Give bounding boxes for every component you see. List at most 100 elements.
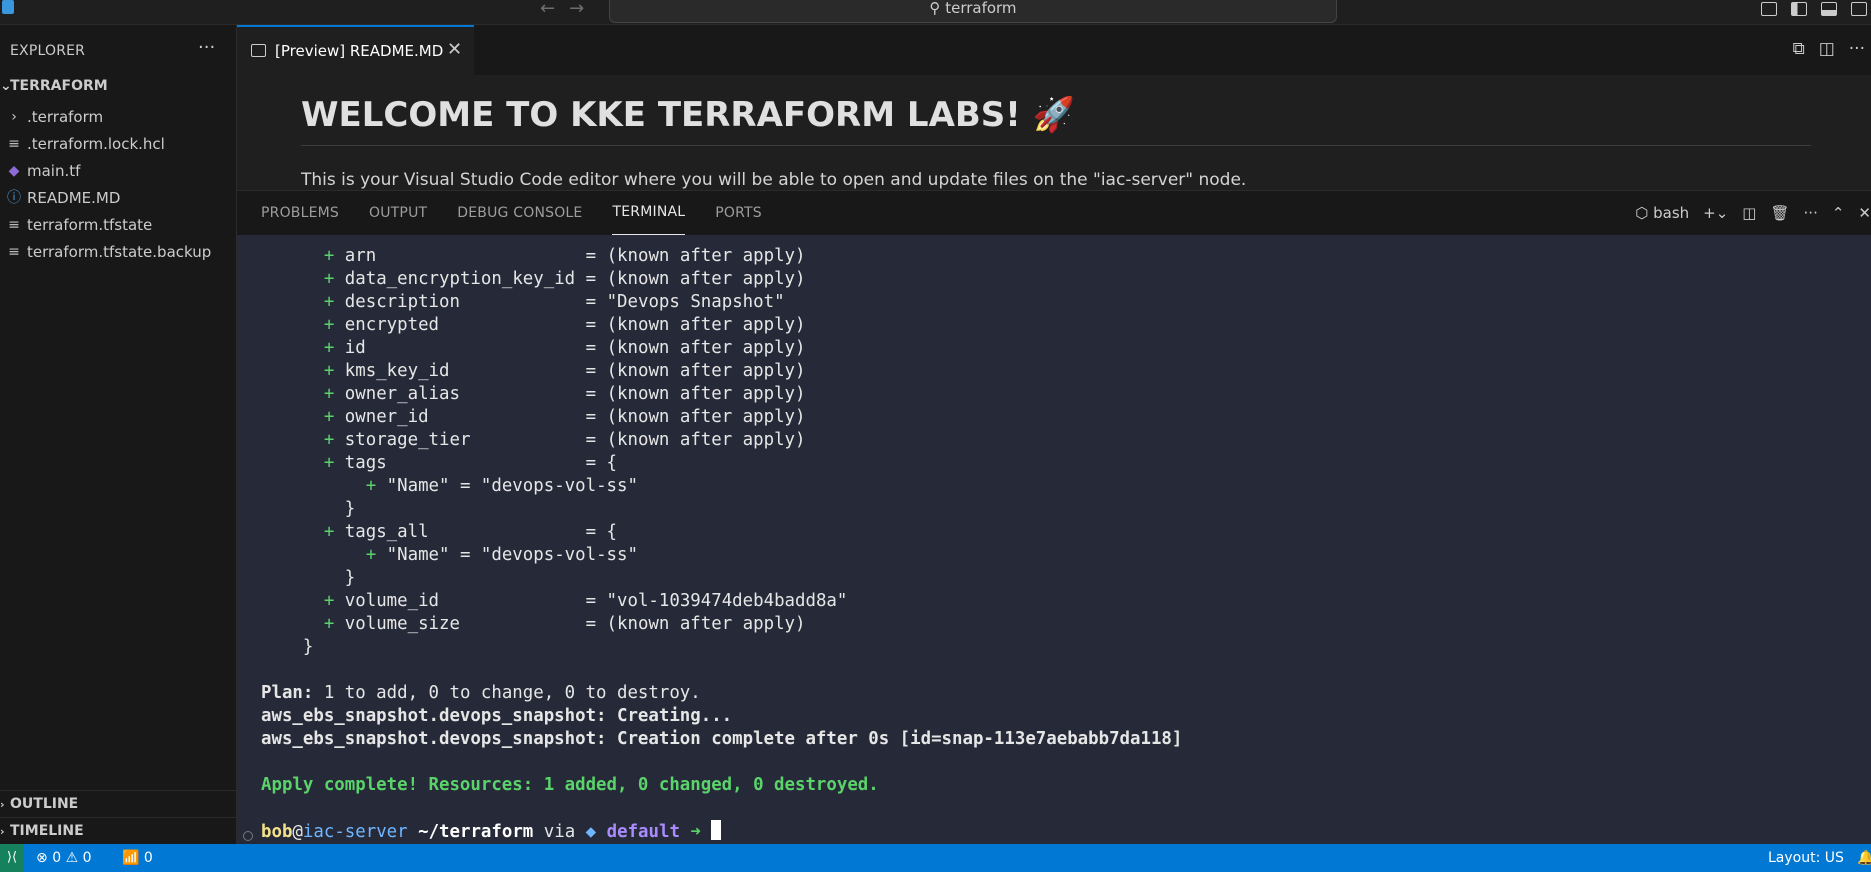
timeline-label: TIMELINE: [10, 823, 84, 839]
chevron-right-icon: ›: [0, 825, 5, 838]
explorer-title: EXPLORER: [10, 43, 86, 59]
vscode-logo-icon: [2, 0, 14, 14]
editor-actions: ⧉ ◫ ···: [1793, 39, 1865, 59]
ports-status[interactable]: 📶 0: [122, 844, 153, 872]
tree-item-label: terraform.tfstate: [27, 216, 153, 234]
lines-icon: ≡: [8, 244, 20, 260]
warning-icon: ⚠: [65, 850, 79, 866]
chevron-right-icon: ›: [0, 798, 5, 811]
workspace-root[interactable]: ⌄TERRAFORM: [0, 78, 108, 94]
terminal-cursor: [711, 820, 722, 840]
terminal-line: + tags = {: [323, 453, 618, 473]
terminal-line: + description = "Devops Snapshot": [323, 292, 785, 312]
preview-paragraph: This is your Visual Studio Code editor w…: [301, 170, 1247, 190]
lines-icon: ≡: [8, 217, 20, 233]
chevron-up-icon[interactable]: ⌃: [1832, 204, 1845, 222]
toggle-panel-icon[interactable]: [1821, 2, 1837, 16]
timeline-section[interactable]: › TIMELINE: [0, 817, 236, 844]
tree-item-tfstate[interactable]: ≡ terraform.tfstate: [0, 212, 236, 239]
new-terminal-icon[interactable]: +⌄: [1703, 204, 1728, 222]
more-actions-icon[interactable]: ···: [1804, 204, 1818, 222]
bell-icon[interactable]: 🔔: [1857, 844, 1871, 872]
terminal-line: + volume_size = (known after apply): [323, 614, 806, 634]
broadcast-icon: 📶: [122, 850, 140, 866]
tab-output[interactable]: OUTPUT: [369, 191, 427, 235]
terminal-line: Apply complete! Resources: 1 added, 0 ch…: [261, 775, 879, 795]
remote-indicator-icon[interactable]: ⟩⟨: [0, 844, 24, 872]
chevron-right-icon: ›: [11, 109, 17, 125]
panel-tabs: PROBLEMS OUTPUT DEBUG CONSOLE TERMINAL P…: [261, 191, 762, 235]
tree-item-tfstate-backup[interactable]: ≡ terraform.tfstate.backup: [0, 239, 236, 266]
editor-area: [Preview] README.MD ✕ ⧉ ◫ ··· WELCOME TO…: [237, 25, 1871, 190]
layout-controls: [1761, 2, 1867, 16]
tree-item-label: .terraform: [27, 108, 104, 126]
editor-tab-bar: [Preview] README.MD ✕ ⧉ ◫ ···: [237, 25, 1871, 76]
outline-section[interactable]: › OUTLINE: [0, 790, 236, 817]
terminal-line: aws_ebs_snapshot.devops_snapshot: Creati…: [261, 729, 1183, 749]
terminal-line: + "Name" = "devops-vol-ss": [365, 545, 638, 565]
bottom-panel: PROBLEMS OUTPUT DEBUG CONSOLE TERMINAL P…: [237, 190, 1871, 845]
preview-icon: [251, 44, 266, 57]
toggle-primary-sidebar-icon[interactable]: [1791, 2, 1807, 16]
terminal-line: + storage_tier = (known after apply): [323, 430, 806, 450]
terminal-line: + "Name" = "devops-vol-ss": [365, 476, 638, 496]
tab-readme-preview[interactable]: [Preview] README.MD ✕: [237, 25, 474, 75]
terminal-line: + kms_key_id = (known after apply): [323, 361, 806, 381]
more-actions-icon[interactable]: ···: [198, 37, 215, 58]
terminal-line: }: [261, 499, 356, 519]
terminal-prompt: bob@iac-server ~/terraform via ◆ default…: [261, 820, 722, 842]
tab-problems[interactable]: PROBLEMS: [261, 191, 339, 235]
more-actions-icon[interactable]: ···: [1849, 39, 1865, 59]
workspace-root-label: TERRAFORM: [10, 78, 108, 94]
tab-terminal[interactable]: TERMINAL: [612, 191, 686, 235]
outline-label: OUTLINE: [10, 796, 79, 812]
customize-layout-icon[interactable]: [1761, 2, 1777, 16]
terminal-line: aws_ebs_snapshot.devops_snapshot: Creati…: [261, 706, 733, 726]
keyboard-layout[interactable]: Layout: US: [1768, 844, 1844, 872]
toggle-secondary-sidebar-icon[interactable]: [1851, 2, 1867, 16]
terminal[interactable]: + arn = (known after apply) + data_encry…: [237, 235, 1871, 845]
search-icon: ⚲: [929, 0, 941, 17]
terminal-line: + owner_id = (known after apply): [323, 407, 806, 427]
tree-item-main-tf[interactable]: ◆ main.tf: [0, 158, 236, 185]
divider: [301, 145, 1811, 146]
command-center-search[interactable]: ⚲ terraform: [609, 0, 1337, 23]
ports-count: 0: [143, 850, 153, 866]
tree-item-terraform-folder[interactable]: › .terraform: [0, 104, 236, 131]
problems-status[interactable]: ⊗ 0 ⚠ 0: [36, 844, 92, 872]
chevron-down-icon: ⌄: [0, 78, 12, 94]
terraform-icon: ◆: [8, 163, 20, 179]
terminal-line: + volume_id = "vol-1039474deb4badd8a": [323, 591, 848, 611]
split-terminal-icon[interactable]: ◫: [1742, 204, 1756, 222]
search-text: terraform: [945, 0, 1017, 17]
cube-icon: ⬡: [1635, 204, 1649, 222]
terminal-line: + id = (known after apply): [323, 338, 806, 358]
tab-ports[interactable]: PORTS: [715, 191, 762, 235]
nav-arrows: ←→: [540, 0, 598, 19]
tree-item-readme[interactable]: ⓘ README.MD: [0, 185, 236, 212]
markdown-preview: WELCOME TO KKE TERRAFORM LABS! 🚀 This is…: [237, 75, 1871, 190]
close-icon[interactable]: ✕: [447, 39, 462, 60]
tree-item-label: terraform.tfstate.backup: [27, 243, 212, 261]
tree-item-label: .terraform.lock.hcl: [27, 135, 165, 153]
split-editor-icon[interactable]: ◫: [1819, 39, 1835, 59]
terminal-line: + arn = (known after apply): [323, 246, 806, 266]
arrow-right-icon[interactable]: →: [569, 0, 598, 19]
close-icon[interactable]: ✕: [1858, 204, 1871, 222]
title-bar: ←→ ⚲ terraform: [0, 0, 1871, 25]
command-decoration-icon[interactable]: [243, 831, 253, 841]
terminal-output: + arn = (known after apply) + data_encry…: [261, 245, 1182, 844]
terminal-line: + owner_alias = (known after apply): [323, 384, 806, 404]
file-tree: › .terraform ≡ .terraform.lock.hcl ◆ mai…: [0, 104, 236, 266]
shell-label: bash: [1653, 204, 1690, 222]
terminal-shell-selector[interactable]: ⬡ bash: [1635, 204, 1689, 222]
arrow-left-icon[interactable]: ←: [540, 0, 569, 19]
trash-icon[interactable]: 🗑: [1770, 204, 1789, 222]
tab-debug-console[interactable]: DEBUG CONSOLE: [457, 191, 582, 235]
warning-count: 0: [82, 850, 92, 866]
error-count: 0: [52, 850, 62, 866]
error-icon: ⊗: [36, 850, 48, 866]
open-source-icon[interactable]: ⧉: [1793, 39, 1805, 59]
terminal-line: + tags_all = {: [323, 522, 618, 542]
tree-item-lock-file[interactable]: ≡ .terraform.lock.hcl: [0, 131, 236, 158]
